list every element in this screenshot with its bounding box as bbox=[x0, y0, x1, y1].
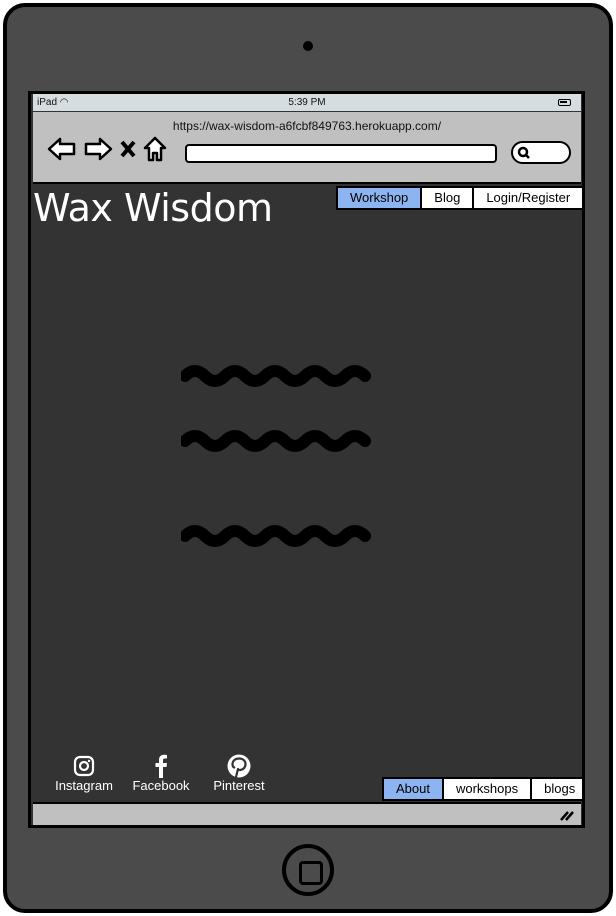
placeholder-text-scribble bbox=[181, 430, 371, 452]
battery-icon bbox=[558, 99, 571, 106]
facebook-label: Facebook bbox=[132, 778, 190, 793]
footer-nav: About workshops blogs bbox=[382, 777, 582, 801]
placeholder-text-scribble bbox=[181, 365, 371, 387]
nav-login-register[interactable]: Login/Register bbox=[474, 188, 582, 208]
stop-icon[interactable] bbox=[119, 137, 137, 161]
search-icon bbox=[517, 146, 530, 159]
camera-icon bbox=[303, 41, 313, 51]
site-logo[interactable]: Wax Wisdom bbox=[33, 186, 273, 230]
pinterest-label: Pinterest bbox=[213, 778, 265, 793]
social-pinterest[interactable]: Pinterest bbox=[208, 754, 270, 793]
back-icon[interactable] bbox=[47, 137, 77, 161]
instagram-icon bbox=[73, 755, 95, 777]
nav-workshop[interactable]: Workshop bbox=[338, 188, 421, 208]
home-button[interactable] bbox=[282, 844, 334, 896]
facebook-icon bbox=[155, 754, 167, 778]
footer-nav-workshops[interactable]: workshops bbox=[443, 779, 531, 799]
footer-nav-about[interactable]: About bbox=[384, 779, 442, 799]
search-input[interactable] bbox=[511, 141, 571, 164]
status-bar: iPad ◠ 5:39 PM bbox=[33, 94, 581, 111]
browser-toolbar: https://wax-wisdom-a6fcbf849763.herokuap… bbox=[33, 112, 581, 184]
placeholder-text-scribble bbox=[181, 525, 371, 547]
forward-icon[interactable] bbox=[83, 137, 113, 161]
resize-handle-icon[interactable] bbox=[559, 808, 575, 822]
instagram-label: Instagram bbox=[55, 778, 113, 793]
status-time: 5:39 PM bbox=[288, 97, 326, 108]
social-facebook[interactable]: Facebook bbox=[130, 754, 192, 793]
url-text: https://wax-wisdom-a6fcbf849763.herokuap… bbox=[172, 119, 442, 133]
home-icon[interactable] bbox=[143, 136, 167, 162]
browser-bottom-bar bbox=[33, 802, 581, 825]
address-input[interactable] bbox=[185, 144, 497, 163]
social-instagram[interactable]: Instagram bbox=[53, 754, 115, 793]
screen: iPad ◠ 5:39 PM https://wax-wisdom-a6fcbf… bbox=[28, 91, 585, 828]
nav-blog[interactable]: Blog bbox=[422, 188, 473, 208]
pinterest-icon bbox=[227, 754, 251, 778]
footer-nav-blogs[interactable]: blogs bbox=[532, 779, 582, 799]
header-nav: Workshop Blog Login/Register bbox=[336, 186, 582, 210]
